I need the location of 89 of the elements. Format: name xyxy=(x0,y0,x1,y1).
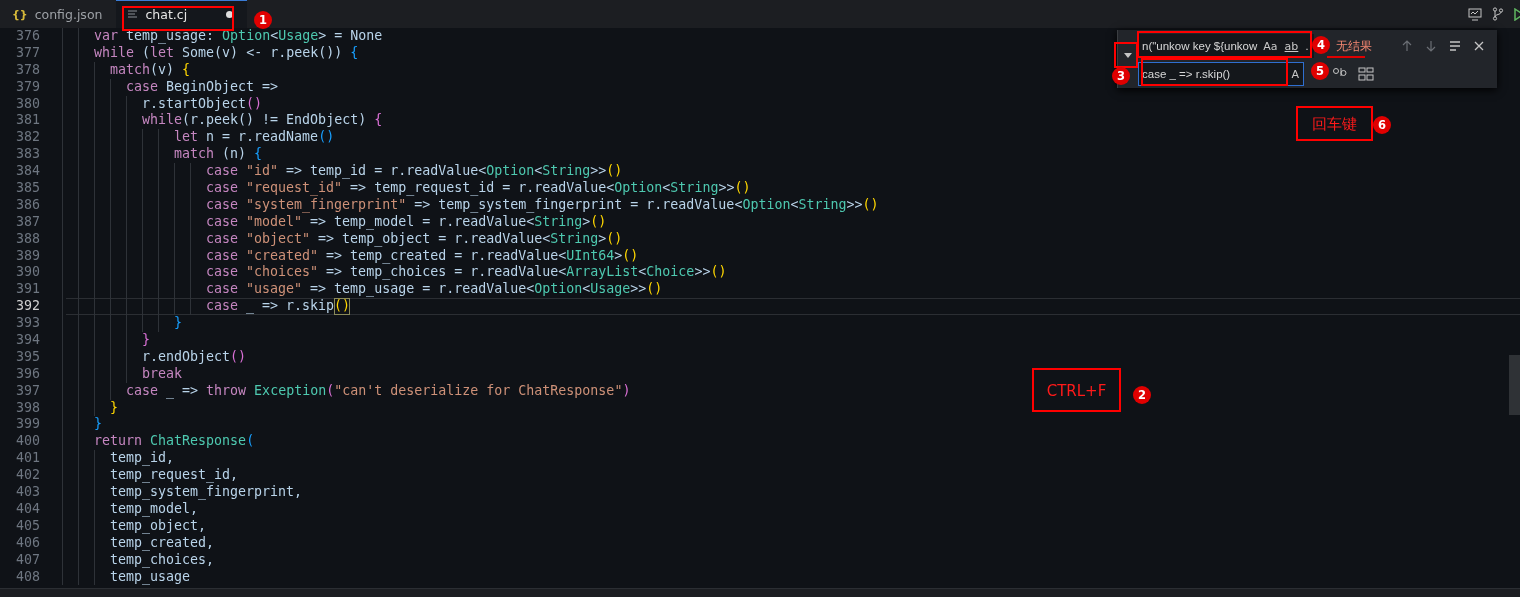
line-number: 408 xyxy=(14,568,40,586)
code-line: case "request_id" => temp_request_id = r.readValue<Option<String>>() xyxy=(62,180,751,197)
line-number: 397 xyxy=(14,382,40,400)
code-line: r.startObject() xyxy=(62,95,263,113)
scrollbar[interactable] xyxy=(1509,355,1520,415)
line-number: 399 xyxy=(14,416,40,434)
line-number: 378 xyxy=(14,61,40,79)
code-line: case BeginObject => xyxy=(62,78,279,96)
line-number: 402 xyxy=(14,467,40,485)
line-number: 400 xyxy=(14,433,40,451)
code-line: case "id" => temp_id = r.readValue<Option<String>>() xyxy=(62,163,623,180)
line-number: 404 xyxy=(14,500,40,518)
code-line: } xyxy=(62,416,102,434)
regex-toggle[interactable]: . xyxy=(1304,39,1310,53)
line-number: 394 xyxy=(14,332,40,349)
line-number: 396 xyxy=(14,365,40,383)
code-line: } xyxy=(62,399,118,417)
line-number: 395 xyxy=(14,348,40,366)
annotation-text: 回车键 xyxy=(1312,114,1357,134)
code-line: temp_request_id, xyxy=(62,467,239,485)
line-number: 405 xyxy=(14,517,40,535)
replace-field[interactable]: case _ => r.skip() A xyxy=(1138,62,1304,86)
code-line: let n = r.readName() xyxy=(62,129,335,147)
code-line: temp_object, xyxy=(62,517,207,535)
line-number: 384 xyxy=(14,163,40,180)
line-number: 403 xyxy=(14,484,40,501)
code-line: return ChatResponse( xyxy=(62,433,255,451)
line-number: 406 xyxy=(14,534,40,552)
code-line: temp_id, xyxy=(62,450,175,468)
line-number: 383 xyxy=(14,146,40,164)
line-number: 390 xyxy=(14,264,40,282)
code-line: temp_choices, xyxy=(62,551,215,569)
line-number: 389 xyxy=(14,247,40,265)
code-line: while (let Some(v) <- r.peek()) { xyxy=(62,44,359,62)
line-number: 382 xyxy=(14,129,40,147)
line-number: 393 xyxy=(14,315,40,333)
step-badge: 2 xyxy=(1133,386,1151,404)
code-line: match(v) { xyxy=(62,61,191,79)
branch-icon[interactable] xyxy=(1492,7,1504,21)
code-line: var temp_usage: Option<Usage> = None xyxy=(62,28,383,45)
code-line: case "usage" => temp_usage = r.readValue<Option<Usage>>() xyxy=(62,281,663,299)
line-number: 385 xyxy=(14,180,40,197)
no-results-text: 无结果 xyxy=(1335,39,1372,53)
line-number: 398 xyxy=(14,399,40,417)
code-line: case "object" => temp_object = r.readValue<String>() xyxy=(62,230,623,248)
line-number: 391 xyxy=(14,281,40,299)
code-line: case "system_fingerprint" => temp_system_fingerprint = r.readValue<Option<String>>() xyxy=(62,196,879,214)
line-number: 381 xyxy=(14,112,40,130)
code-line: case _ => r.skip() xyxy=(62,298,351,316)
code-line: temp_created, xyxy=(62,534,215,552)
unsaved-dot xyxy=(226,11,234,18)
code-line: case "choices" => temp_choices = r.readValue<ArrayList<Choice>>() xyxy=(62,264,727,282)
braces-icon: {} xyxy=(12,7,28,21)
line-number: 376 xyxy=(14,28,40,45)
code-line: temp_model, xyxy=(62,500,199,518)
line-number: 377 xyxy=(14,44,40,62)
chevron-icon xyxy=(1124,53,1132,59)
code-line: temp_system_fingerprint, xyxy=(62,484,303,501)
code-line: temp_usage xyxy=(62,568,191,586)
match-case-toggle[interactable]: Aa xyxy=(1262,39,1279,53)
code-line: case _ => throw Exception("can't deserialize for ChatResponse") xyxy=(62,382,631,400)
line-number: 401 xyxy=(14,450,40,468)
line-number: 392 xyxy=(14,298,40,316)
whole-word-toggle[interactable]: ab xyxy=(1283,39,1300,53)
line-number: 387 xyxy=(14,213,40,231)
editor-tab[interactable]: chat.cj xyxy=(116,0,248,28)
annotation-text: CTRL+F xyxy=(1046,381,1107,400)
line-number: 379 xyxy=(14,78,40,96)
code-line: case "model" => temp_model = r.readValue<String>() xyxy=(62,213,607,231)
find-in-selection-icon[interactable] xyxy=(1447,39,1462,53)
code-line: case "created" => temp_created = r.readValue<UInt64>() xyxy=(62,247,639,265)
code-line: } xyxy=(62,332,150,349)
lines-icon xyxy=(128,10,139,19)
line-number: 386 xyxy=(14,196,40,214)
code-line: break xyxy=(62,365,183,383)
find-field[interactable]: n("unkow key ${unkow Aa ab . xyxy=(1138,34,1314,58)
line-number: 380 xyxy=(14,95,40,113)
monitor-icon[interactable] xyxy=(1468,7,1482,21)
code-line: } xyxy=(62,315,182,333)
code-line: while(r.peek() != EndObject) { xyxy=(62,112,383,130)
line-number: 388 xyxy=(14,230,40,248)
code-line: match (n) { xyxy=(62,146,263,164)
underline-mark xyxy=(1327,56,1365,58)
preserve-case-toggle[interactable]: A xyxy=(1290,67,1300,81)
step-badge: 6 xyxy=(1373,116,1391,134)
line-number: 407 xyxy=(14,551,40,569)
replace-all-icon[interactable] xyxy=(1358,67,1374,81)
step-badge: 3 xyxy=(1112,67,1130,85)
code-line: r.endObject() xyxy=(62,348,247,366)
